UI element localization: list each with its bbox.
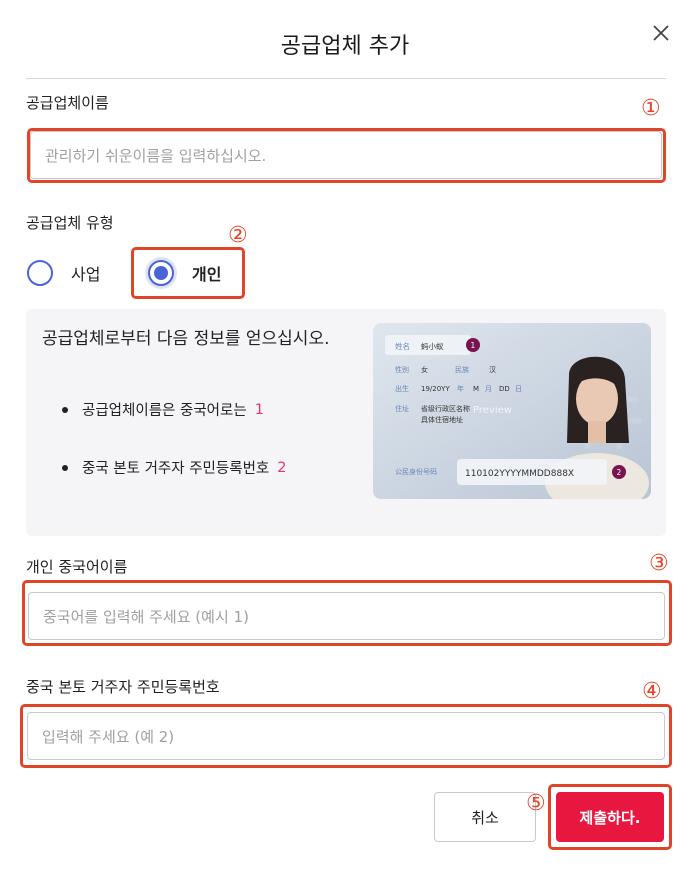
cancel-button[interactable]: 취소	[434, 792, 536, 842]
highlight-box-3	[22, 580, 672, 646]
annotation-4: ④	[642, 679, 662, 704]
radio-business-label: 사업	[71, 265, 101, 284]
supplier-type-label: 공급업체 유형	[26, 214, 114, 232]
card-badge-1: 1	[471, 341, 476, 350]
dialog-title: 공급업체 추가	[280, 34, 410, 59]
card-ethnicity-label: 民族	[455, 365, 469, 374]
info-item-1: 공급업체이름은 중국어로는 1	[62, 399, 264, 420]
card-birth-month-unit: 月	[485, 385, 492, 393]
info-panel: 공급업체로부터 다음 정보를 얻으십시오. 공급업체이름은 중국어로는 1 중국…	[26, 309, 666, 536]
highlight-box-5	[548, 784, 672, 850]
card-ethnicity-value: 汉	[489, 366, 496, 374]
card-address-line2: 具体住宿地址	[421, 415, 463, 424]
card-badge-2: 2	[617, 468, 622, 477]
bullet-dot	[62, 406, 68, 413]
info-item-1-num: 1	[254, 401, 264, 418]
card-birth-label: 出生	[395, 384, 409, 393]
id-number-label: 중국 본토 거주자 주민등록번호	[26, 678, 220, 696]
card-birth-year: 19/20YY	[421, 385, 450, 393]
card-name-value: 蚂小蚁	[421, 341, 444, 351]
radio-business-circle[interactable]	[27, 260, 53, 286]
card-birth-year-unit: 年	[457, 384, 464, 393]
annotation-3: ③	[649, 551, 669, 576]
card-watermark: Preview	[473, 405, 512, 416]
bullet-dot	[62, 464, 68, 471]
highlight-box-4	[20, 704, 672, 768]
highlight-box-2	[131, 247, 245, 299]
close-icon[interactable]	[648, 20, 674, 46]
highlight-box-1	[27, 128, 666, 183]
card-name-label: 姓名	[395, 341, 410, 351]
annotation-5: ⑤	[526, 791, 546, 816]
radio-business[interactable]: 사업	[27, 260, 100, 286]
chinese-name-label: 개인 중국어이름	[26, 558, 128, 576]
info-heading: 공급업체로부터 다음 정보를 얻으십시오.	[42, 329, 330, 349]
info-item-1-text: 공급업체이름은 중국어로는	[82, 403, 247, 419]
card-birth-day: DD	[499, 385, 510, 393]
annotation-1: ①	[641, 96, 661, 121]
card-birth-month: M	[473, 385, 479, 393]
card-gender-label: 性别	[395, 365, 409, 374]
card-id-label: 公民身份号码	[395, 467, 437, 476]
id-card-image: 件 姓名 蚂小蚁 1 性别 女 民族 汉 出生 19/20YY 年 M 月 DD…	[373, 323, 651, 499]
annotation-2: ②	[228, 223, 248, 248]
info-item-2-num: 2	[277, 459, 287, 476]
card-gender-value: 女	[421, 365, 428, 374]
card-address-label: 住址	[395, 404, 409, 413]
card-address-line1: 省级行政区名称	[421, 404, 470, 413]
title-divider	[26, 78, 666, 79]
info-item-2: 중국 본토 거주자 주민등록번호 2	[62, 457, 286, 478]
card-id-value: 110102YYYYMMDD888X	[465, 469, 574, 479]
supplier-name-label: 공급업체이름	[26, 94, 109, 112]
card-birth-day-unit: 日	[515, 385, 522, 393]
info-item-2-text: 중국 본토 거주자 주민등록번호	[82, 461, 270, 477]
